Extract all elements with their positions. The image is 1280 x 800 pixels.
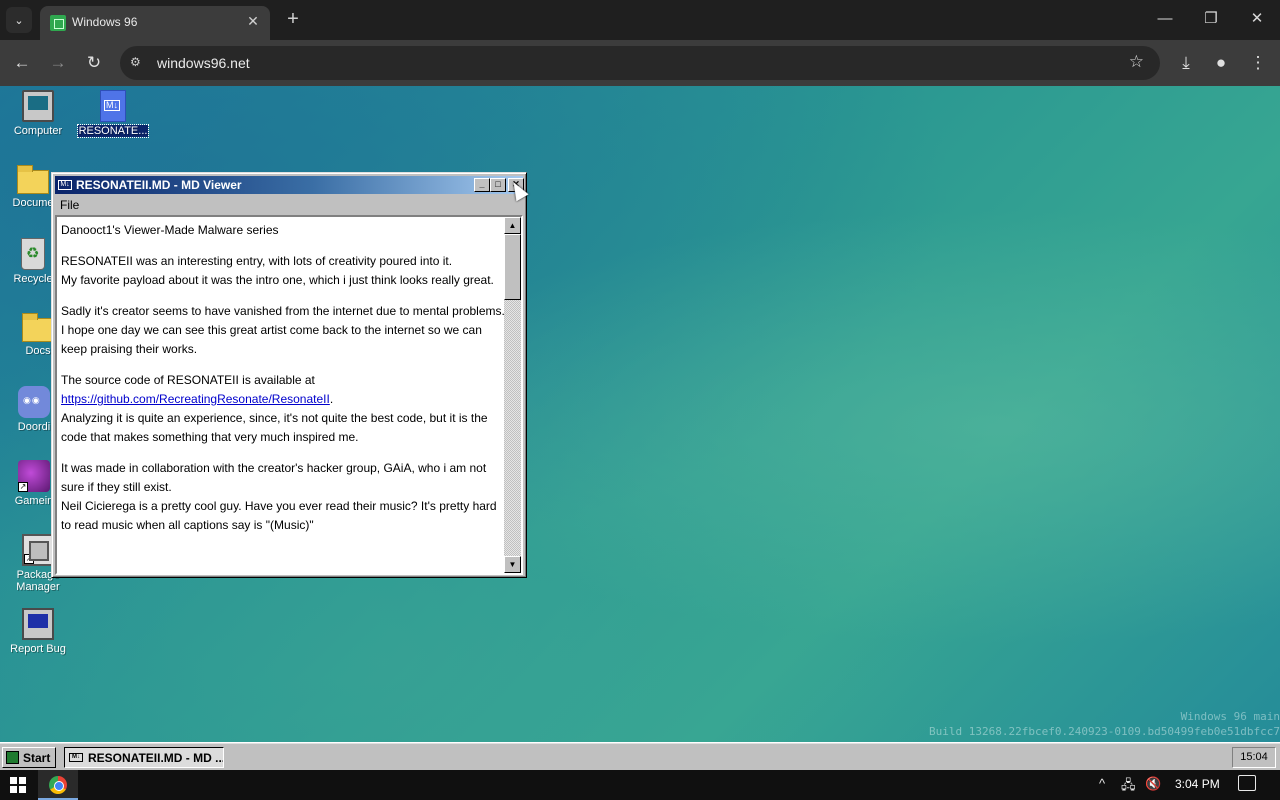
menu-file[interactable]: File: [60, 198, 79, 212]
profile-icon[interactable]: ●: [1208, 50, 1234, 76]
package-manager-icon: ↗: [22, 534, 54, 566]
tab-strip: ⌄ Windows 96 ✕ + — ❐ ✕: [0, 0, 1280, 40]
doc-line: It was made in collaboration with the cr…: [61, 461, 487, 494]
doc-line: My favorite payload about it was the int…: [61, 273, 494, 287]
build-watermark-line1: Windows 96 main: [1180, 710, 1280, 723]
vertical-scrollbar[interactable]: ▲ ▼: [504, 217, 521, 573]
win96-clock[interactable]: 15:04: [1232, 747, 1276, 768]
browser-chrome: ⌄ Windows 96 ✕ + — ❐ ✕ ← → ↻ ⚙ windows96…: [0, 0, 1280, 86]
win96-taskbar: Start M↓ RESONATEII.MD - MD ... 15:04: [0, 742, 1280, 770]
scroll-up-button[interactable]: ▲: [504, 217, 521, 234]
doc-paragraph: The source code of RESONATEII is availab…: [61, 371, 506, 447]
taskbar-item-label: RESONATEII.MD - MD ...: [88, 751, 224, 765]
menu-bar: File: [55, 196, 523, 214]
doordiscord-icon: [18, 386, 50, 418]
network-icon[interactable]: 🖧: [1121, 776, 1136, 798]
desktop-icon-resonate[interactable]: RESONATE...: [75, 90, 151, 138]
desktop-icon-label: RESONATE...: [76, 124, 150, 138]
doc-line: Analyzing it is quite an experience, sin…: [61, 411, 488, 444]
build-watermark-line2: Build 13268.22fbcef0.240923-0109.bd50499…: [929, 725, 1280, 738]
desktop-icon-computer[interactable]: Computer: [0, 90, 76, 137]
tab-close-icon[interactable]: ✕: [244, 13, 262, 30]
shortcut-arrow-icon: ↗: [18, 482, 28, 492]
gamein-icon: ↗: [18, 460, 50, 492]
window-minimize-button[interactable]: —: [1150, 8, 1180, 30]
desktop-icon-label: Doordi: [17, 421, 51, 433]
desktop-icon-label: Docume: [12, 197, 54, 209]
doc-period: .: [329, 392, 334, 406]
address-bar[interactable]: ⚙ windows96.net ☆: [120, 46, 1160, 80]
download-icon[interactable]: ⤓: [1173, 50, 1199, 76]
back-button[interactable]: ←: [9, 50, 35, 76]
desktop-icon-report-bug[interactable]: Report Bug: [0, 608, 76, 655]
report-bug-icon: [22, 608, 54, 640]
window-restore-button[interactable]: ❐: [1196, 8, 1226, 30]
chrome-icon: [49, 776, 67, 794]
recycle-bin-icon: [21, 238, 45, 270]
doc-line: Neil Cicierega is a pretty cool guy. Hav…: [61, 499, 497, 532]
host-taskbar: ^ 🖧 🔇 3:04 PM: [0, 770, 1280, 800]
reload-button[interactable]: ↻: [81, 50, 107, 76]
browser-toolbar: ← → ↻ ⚙ windows96.net ☆ ⤓ ● ⋮: [0, 40, 1280, 86]
doc-line: I hope one day we can see this great art…: [61, 323, 482, 356]
markdown-file-icon: [100, 90, 126, 122]
window-title: RESONATEII.MD - MD Viewer: [76, 178, 242, 192]
start-button[interactable]: Start: [2, 747, 56, 768]
browser-menu-icon[interactable]: ⋮: [1245, 50, 1271, 76]
win96-logo-icon: [6, 751, 19, 764]
maximize-button[interactable]: □: [490, 178, 506, 192]
new-tab-button[interactable]: +: [282, 8, 304, 30]
minimize-button[interactable]: _: [474, 178, 490, 192]
doc-paragraph: Danooct1's Viewer-Made Malware series: [61, 223, 279, 237]
window-titlebar[interactable]: M↓ RESONATEII.MD - MD Viewer _ □ ✕: [55, 176, 524, 194]
windows-start-icon[interactable]: [10, 777, 26, 793]
doc-paragraph: Sadly it's creator seems to have vanishe…: [61, 302, 506, 359]
desktop-icon-label: Docs: [25, 345, 51, 357]
windows96-favicon-icon: [50, 15, 66, 31]
volume-muted-icon[interactable]: 🔇: [1145, 776, 1161, 792]
taskbar-item-md-viewer[interactable]: M↓ RESONATEII.MD - MD ...: [64, 747, 224, 768]
tab-title: Windows 96: [72, 15, 138, 29]
desktop-icon-label: Report Bug: [10, 643, 66, 655]
shortcut-arrow-icon: ↗: [24, 554, 34, 564]
documents-folder-icon: [17, 165, 49, 194]
host-clock[interactable]: 3:04 PM: [1175, 777, 1220, 791]
doc-paragraph: It was made in collaboration with the cr…: [61, 459, 506, 535]
doc-paragraph: RESONATEII was an interesting entry, wit…: [61, 252, 506, 290]
tab-windows96[interactable]: Windows 96 ✕: [40, 6, 270, 40]
tab-search-button[interactable]: ⌄: [6, 7, 32, 33]
desktop-icon-label: Recycle: [13, 273, 53, 285]
desktop-icon-label: Computer: [13, 125, 63, 137]
markdown-content: Danooct1's Viewer-Made Malware series RE…: [61, 221, 506, 547]
tray-chevron-icon[interactable]: ^: [1099, 776, 1105, 791]
doc-line: RESONATEII was an interesting entry, wit…: [61, 254, 453, 268]
markdown-file-icon: M↓: [69, 753, 83, 762]
window-close-button[interactable]: ✕: [1242, 8, 1272, 30]
markdown-file-icon: M↓: [58, 180, 72, 190]
desktop-icon-label: Gamein: [14, 495, 54, 507]
notification-icon[interactable]: [1238, 775, 1256, 791]
doc-line: Sadly it's creator seems to have vanishe…: [61, 304, 505, 318]
github-link[interactable]: https://github.com/RecreatingResonate/Re…: [61, 392, 330, 406]
forward-button[interactable]: →: [45, 50, 71, 76]
computer-icon: [22, 90, 54, 122]
bookmark-star-icon[interactable]: ☆: [1129, 52, 1144, 72]
document-view[interactable]: Danooct1's Viewer-Made Malware series RE…: [55, 215, 523, 575]
site-info-icon[interactable]: ⚙: [130, 55, 141, 69]
doc-line: The source code of RESONATEII is availab…: [61, 373, 315, 387]
scroll-thumb[interactable]: [504, 234, 521, 300]
scroll-down-button[interactable]: ▼: [504, 556, 521, 573]
url-text[interactable]: windows96.net: [157, 55, 250, 71]
md-viewer-window[interactable]: M↓ RESONATEII.MD - MD Viewer _ □ ✕ File …: [51, 172, 527, 578]
taskbar-chrome-button[interactable]: [38, 770, 78, 800]
folder-icon: [22, 313, 54, 342]
start-label: Start: [23, 751, 51, 765]
